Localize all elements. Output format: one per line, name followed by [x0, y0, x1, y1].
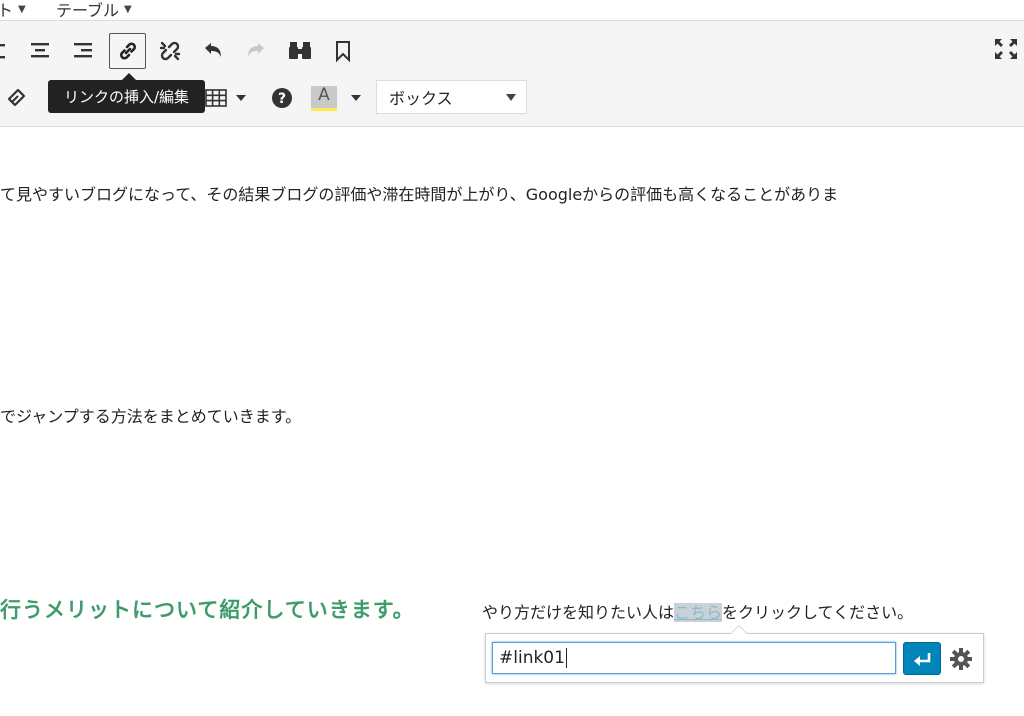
- menu-item-label: テーブル: [56, 1, 120, 20]
- url-input-value: #link01: [499, 648, 565, 668]
- menu-item-table[interactable]: テーブル ▼: [56, 0, 132, 21]
- highlight-heading: 行うメリットについて紹介していきます。: [0, 598, 415, 622]
- find-icon: [289, 42, 311, 59]
- chevron-down-icon: [506, 94, 516, 101]
- format-select-value: ボックス: [389, 89, 453, 108]
- link-options-button[interactable]: [946, 644, 976, 674]
- paragraph-text-before: やり方だけを知りたい人は: [482, 603, 675, 622]
- align-right-button[interactable]: [67, 35, 99, 67]
- menu-item-label: ト: [0, 1, 14, 20]
- align-left-button[interactable]: [0, 35, 18, 67]
- link-icon: [119, 42, 136, 60]
- eraser-icon: [7, 88, 26, 107]
- menu-item-format[interactable]: ト ▼: [0, 0, 26, 21]
- table-dropdown-button[interactable]: [228, 82, 254, 114]
- text-cursor: [565, 648, 567, 668]
- align-left-icon: [0, 44, 5, 59]
- redo-button[interactable]: [240, 35, 272, 67]
- unlink-button[interactable]: [154, 35, 186, 67]
- redo-icon: [248, 43, 264, 57]
- svg-text:?: ?: [278, 91, 286, 107]
- apply-link-button[interactable]: [903, 642, 941, 675]
- text-color-label: A: [318, 85, 330, 105]
- fullscreen-button[interactable]: [990, 33, 1022, 65]
- paragraph-text: て見やすいブログになって、その結果ブログの評価や滞在時間が上がり、Googleか…: [0, 185, 839, 204]
- text-color-button[interactable]: A: [308, 82, 340, 114]
- selected-link-text[interactable]: こちら: [674, 603, 723, 622]
- text-color-dropdown-button[interactable]: [343, 82, 369, 114]
- table-icon: [205, 89, 227, 107]
- menu-bar: ト ▼ テーブル ▼: [0, 0, 1024, 21]
- paragraph-text-after: をクリックしてください。: [722, 603, 914, 622]
- undo-icon: [205, 43, 221, 57]
- url-input[interactable]: #link01: [492, 642, 896, 674]
- align-center-icon: [31, 43, 49, 58]
- caret-down-icon: ▼: [18, 3, 26, 15]
- paragraph-text: やり方だけを知りたい人はこちらをクリックしてください。: [482, 599, 913, 623]
- inline-link-popup: #link01: [485, 625, 984, 683]
- format-select[interactable]: ボックス: [376, 80, 527, 114]
- tooltip-text: リンクの挿入/編集: [63, 88, 190, 106]
- enter-icon: [914, 652, 931, 666]
- undo-button[interactable]: [197, 35, 229, 67]
- insert-link-button[interactable]: [109, 33, 146, 69]
- bookmark-button[interactable]: [327, 35, 359, 67]
- help-button[interactable]: ?: [266, 82, 298, 114]
- help-icon: ?: [272, 88, 292, 108]
- align-center-button[interactable]: [24, 35, 56, 67]
- clear-formatting-button[interactable]: [0, 82, 32, 114]
- align-right-icon: [74, 43, 92, 58]
- caret-down-icon: ▼: [124, 3, 132, 15]
- unlink-icon: [159, 41, 181, 61]
- fullscreen-icon: [995, 39, 1017, 59]
- paragraph-text: でジャンプする方法をまとめていきます。: [0, 407, 302, 426]
- link-tooltip: リンクの挿入/編集: [48, 73, 205, 113]
- bookmark-icon: [336, 41, 350, 63]
- find-replace-button[interactable]: [284, 35, 316, 67]
- gear-icon: [950, 648, 972, 670]
- caret-down-icon: [236, 95, 246, 101]
- caret-down-icon: [351, 95, 361, 101]
